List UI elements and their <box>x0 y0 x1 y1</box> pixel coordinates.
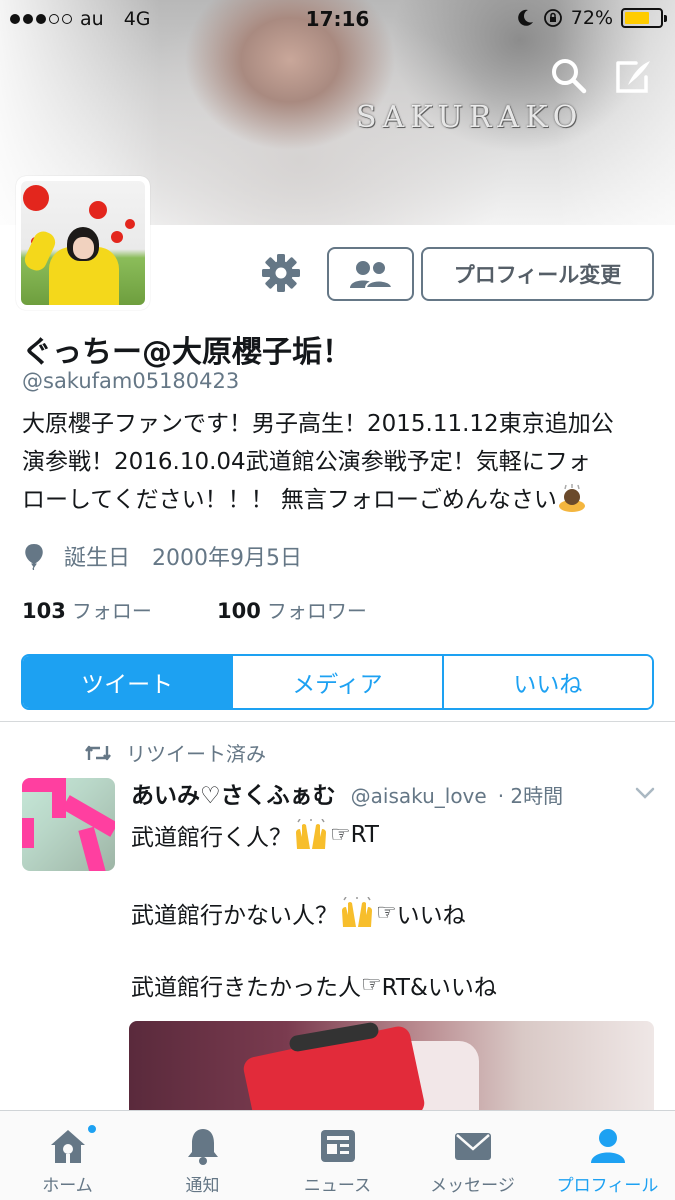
tab-messages[interactable]: メッセージ <box>405 1111 540 1200</box>
settings-gear-icon[interactable] <box>258 250 304 296</box>
following-label: フォロー <box>71 599 152 623</box>
bowing-person-emoji-icon <box>558 484 585 512</box>
profile-handle: @sakufam05180423 <box>22 369 240 393</box>
tab-tweets[interactable]: ツイート <box>23 656 232 708</box>
profile-name: ぐっちー@大原櫻子垢！ <box>22 335 352 370</box>
pointing-hand-glyph: ☞ <box>376 900 397 926</box>
tab-likes[interactable]: いいね <box>441 656 652 708</box>
moon-icon <box>517 9 533 26</box>
pointing-hand-glyph: ☞ <box>361 972 382 998</box>
battery-percent: 72% <box>570 7 613 29</box>
tweet-text-line: 武道館行きたかった人 ☞ RT&いいね <box>131 972 497 1001</box>
tab-profile[interactable]: プロフィール <box>540 1111 675 1200</box>
bottom-tab-bar: ホーム 通知 ニュース メッセージ プロフィール <box>0 1110 675 1200</box>
raised-hands-emoji-icon <box>296 819 326 849</box>
profile-avatar[interactable] <box>16 176 150 310</box>
profile-tabs: ツイート メディア いいね <box>21 654 654 710</box>
tab-home[interactable]: ホーム <box>0 1111 135 1200</box>
tab-news[interactable]: ニュース <box>270 1111 405 1200</box>
tab-notifications[interactable]: 通知 <box>135 1111 270 1200</box>
followers-count: 100 <box>217 599 261 623</box>
home-icon <box>50 1130 85 1163</box>
battery-icon <box>621 8 667 28</box>
followers-label: フォロワー <box>266 599 367 623</box>
following-count: 103 <box>22 599 66 623</box>
edit-profile-button[interactable]: プロフィール変更 <box>421 247 654 301</box>
bio-line: ローしてください！！！ 無言フォローごめんなさい <box>22 481 662 519</box>
rotation-lock-icon <box>543 9 562 27</box>
followers-stat[interactable]: 100 フォロワー <box>217 595 367 624</box>
bio-line: 演参戦！2016.10.04武道館公演参戦予定！気軽にフォ <box>22 449 591 475</box>
search-icon[interactable] <box>548 55 590 97</box>
tweet-text-line: 武道館行く人？ ☞ RT <box>131 818 379 852</box>
profile-bio: 大原櫻子ファンです！男子高生！2015.11.12東京追加公 演参戦！2016.… <box>22 405 662 519</box>
retweet-label: リツイート済み <box>126 742 266 766</box>
header-watermark: SAKURAKO <box>356 100 584 135</box>
tweet-author-name[interactable]: あいみ♡さくふぁむ <box>131 783 336 809</box>
birthday-row: 誕生日 2000年9月5日 <box>22 540 302 572</box>
bio-line: 大原櫻子ファンです！男子高生！2015.11.12東京追加公 <box>22 411 614 437</box>
tweet-timestamp: · 2時間 <box>497 784 564 808</box>
tweet-author-handle[interactable]: @aisaku_love <box>351 784 487 808</box>
tweet-header: あいみ♡さくふぁむ @aisaku_love · 2時間 <box>131 776 631 810</box>
pointing-hand-glyph: ☞ <box>330 822 351 848</box>
compose-tweet-icon[interactable] <box>612 55 654 97</box>
tweet-author-avatar[interactable] <box>22 778 115 871</box>
retweet-indicator: リツイート済み <box>84 738 266 767</box>
news-icon <box>320 1130 355 1162</box>
status-bar: au 4G 17:16 72% <box>0 0 675 40</box>
balloon-icon <box>25 544 43 570</box>
envelope-icon <box>454 1133 491 1160</box>
birthday-value: 2000年9月5日 <box>152 546 302 571</box>
divider <box>0 721 675 722</box>
people-icon <box>349 260 393 289</box>
raised-hands-emoji-icon <box>342 897 372 927</box>
follow-stats: 103 フォロー 100 フォロワー <box>22 595 367 624</box>
bell-icon <box>187 1129 218 1165</box>
chevron-down-icon[interactable] <box>634 782 656 804</box>
lists-button[interactable] <box>327 247 414 301</box>
tweet-media-image[interactable] <box>129 1021 654 1121</box>
person-icon <box>590 1129 625 1163</box>
birthday-label: 誕生日 <box>64 546 131 571</box>
retweet-icon <box>85 745 111 760</box>
tweet-text-line: 武道館行かない人？ ☞ いいね <box>131 896 466 930</box>
notification-dot <box>86 1123 98 1135</box>
following-stat[interactable]: 103 フォロー <box>22 599 152 623</box>
tab-media[interactable]: メディア <box>231 656 442 708</box>
